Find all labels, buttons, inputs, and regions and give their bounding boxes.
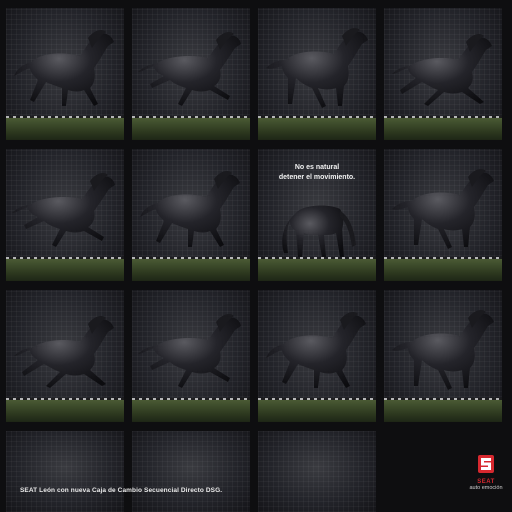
- horse-frame-8: [384, 149, 502, 281]
- seat-s-icon: [478, 455, 494, 473]
- empty-panel: [258, 431, 376, 512]
- galloping-horse-image: [392, 34, 492, 106]
- horse-frame-7-message: No es natural detener el movimiento.: [258, 149, 376, 281]
- grass-ground: [132, 400, 250, 422]
- horse-frame-2: [132, 8, 250, 140]
- grass-ground: [384, 259, 502, 281]
- horse-sequence-grid: No es natural detener el movimiento.: [6, 8, 502, 422]
- galloping-horse-image: [266, 312, 366, 388]
- horse-frame-3: [258, 8, 376, 140]
- horse-frame-6: [132, 149, 250, 281]
- poster: No es natural detener el movimiento. SEA…: [0, 0, 512, 512]
- horse-frame-4: [384, 8, 502, 140]
- galloping-horse-image: [392, 169, 494, 249]
- horse-frame-12: [384, 290, 502, 422]
- galloping-horse-image: [140, 171, 240, 247]
- seat-logo: SEAT auto emoción: [466, 455, 506, 503]
- horse-frame-1: [6, 8, 124, 140]
- galloping-horse-image: [392, 310, 494, 390]
- grass-ground: [6, 400, 124, 422]
- empty-panel-row: [6, 431, 502, 512]
- grass-ground: [258, 400, 376, 422]
- grass-ground: [6, 259, 124, 281]
- grass-ground: [132, 118, 250, 140]
- horse-frame-11: [258, 290, 376, 422]
- galloping-horse-image: [12, 173, 115, 247]
- empty-panel: [6, 431, 124, 512]
- tagline: SEAT León con nueva Caja de Cambio Secue…: [20, 487, 223, 494]
- horse-frame-5: [6, 149, 124, 281]
- horse-frame-10: [132, 290, 250, 422]
- galloping-horse-image: [14, 30, 114, 106]
- standing-horse-image: [282, 205, 356, 257]
- grass-ground: [6, 118, 124, 140]
- galloping-horse-image: [266, 28, 368, 108]
- empty-panel: [132, 431, 250, 512]
- grass-ground: [384, 118, 502, 140]
- brand-slogan: auto emoción: [469, 485, 503, 491]
- grass-ground: [132, 259, 250, 281]
- grass-ground: [258, 118, 376, 140]
- galloping-horse-image: [14, 316, 114, 388]
- grass-ground: [384, 400, 502, 422]
- galloping-horse-image: [138, 314, 241, 388]
- grass-ground: [258, 259, 376, 281]
- horse-frame-9: [6, 290, 124, 422]
- galloping-horse-image: [138, 32, 241, 106]
